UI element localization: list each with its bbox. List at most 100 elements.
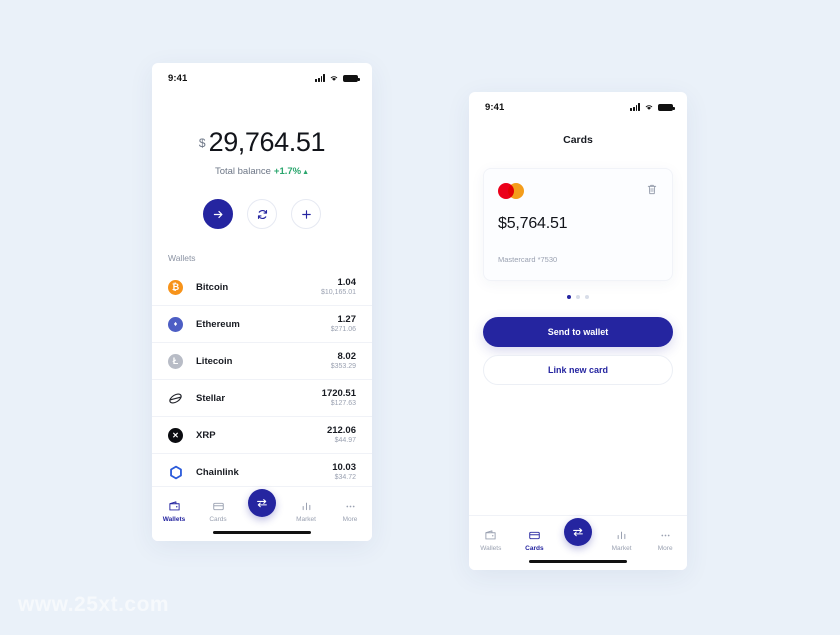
- table-row[interactable]: Stellar 1720.51 $127.63: [152, 380, 372, 417]
- coin-symbol: ✕: [172, 430, 179, 440]
- stellar-glyph: [169, 392, 182, 404]
- phone-cards-screen: 9:41 Cards $5,764.51 Mastercard *7530 Se…: [469, 92, 687, 570]
- coin-values: 1720.51 $127.63: [322, 388, 356, 409]
- status-bar-time: 9:41: [168, 72, 188, 84]
- more-icon: [345, 505, 355, 507]
- wallet-icon: [168, 500, 180, 510]
- coin-values: 8.02 $353.29: [331, 351, 356, 372]
- home-indicator: [213, 530, 311, 534]
- status-bar-icons: [630, 103, 675, 111]
- swap-button[interactable]: [247, 199, 277, 229]
- balance-amount: 29,764.51: [208, 127, 326, 157]
- table-row[interactable]: ₿ Bitcoin 1.04 $10,165.01: [152, 269, 372, 306]
- table-row[interactable]: Ł Litecoin 8.02 $353.29: [152, 343, 372, 380]
- stellar-icon: [168, 391, 183, 406]
- coin-fiat-value: $353.29: [330, 362, 356, 370]
- swap-fab-button[interactable]: [564, 518, 592, 546]
- nav-label: More: [657, 544, 673, 552]
- card-icon: [212, 502, 224, 510]
- status-bar-time: 9:41: [485, 101, 505, 113]
- market-icon: [617, 531, 626, 539]
- swap-fab-button[interactable]: [248, 489, 276, 517]
- coin-fiat-value: $127.63: [330, 399, 356, 407]
- status-bar: 9:41: [469, 92, 687, 118]
- litecoin-icon: Ł: [168, 353, 183, 369]
- card-icon: [529, 531, 540, 539]
- nav-item-cards[interactable]: Cards: [196, 491, 240, 531]
- wallets-section-title: Wallets: [168, 253, 196, 263]
- pager-dot[interactable]: [576, 295, 580, 299]
- bitcoin-icon: ₿: [168, 279, 183, 295]
- more-icon: [661, 534, 670, 536]
- swap-icon: [257, 499, 267, 508]
- add-button[interactable]: [291, 199, 321, 229]
- nav-item-more[interactable]: More: [328, 491, 372, 531]
- table-row[interactable]: ✕ XRP 212.06 $44.97: [152, 417, 372, 454]
- ethereum-icon: ♦: [168, 316, 183, 332]
- coin-name: Ethereum: [196, 318, 240, 330]
- pager-dot[interactable]: [567, 295, 571, 299]
- phone-wallets-screen: 9:41 $ 29,764.51 Total balance +1.7%▲ Wa…: [152, 63, 372, 541]
- balance-line: $ 29,764.51: [152, 129, 372, 156]
- watermark: www.25xt.com: [18, 593, 170, 616]
- coin-symbol: Ł: [172, 356, 179, 366]
- wallets-list: ₿ Bitcoin 1.04 $10,165.01 ♦ Ethereum 1.2…: [152, 269, 372, 491]
- bottom-navigation: Wallets Cards Market More: [469, 515, 687, 570]
- coin-amount: 1.27: [337, 313, 357, 325]
- send-to-wallet-button[interactable]: Send to wallet: [483, 317, 673, 347]
- status-bar-icons: [315, 74, 360, 82]
- bottom-navigation: Wallets Cards Market More: [152, 486, 372, 541]
- nav-item-wallets[interactable]: Wallets: [152, 491, 196, 531]
- coin-values: 212.06 $44.97: [327, 425, 356, 446]
- coin-amount: 8.02: [337, 350, 357, 362]
- nav-label: More: [342, 515, 358, 523]
- coin-name: Litecoin: [196, 355, 233, 367]
- nav-item-more[interactable]: More: [643, 520, 687, 560]
- page-title: Cards: [563, 134, 593, 146]
- nav-label: Wallets: [480, 544, 502, 552]
- nav-label: Cards: [209, 515, 227, 523]
- coin-symbol: ♦: [173, 320, 178, 328]
- nav-item-market[interactable]: Market: [284, 491, 328, 531]
- quick-actions: [152, 199, 372, 229]
- coin-fiat-value: $271.06: [330, 325, 356, 333]
- trash-icon[interactable]: [646, 183, 658, 196]
- nav-item-cards[interactable]: Cards: [513, 520, 557, 560]
- home-indicator: [529, 559, 627, 563]
- xrp-icon: ✕: [168, 427, 183, 443]
- coin-symbol: ₿: [171, 282, 180, 292]
- signal-icon: [315, 74, 325, 82]
- nav-label: Market: [611, 544, 632, 552]
- plus-icon: [301, 209, 311, 219]
- market-icon: [302, 502, 310, 510]
- pager-dot[interactable]: [585, 295, 589, 299]
- coin-amount: 1.04: [337, 276, 357, 288]
- battery-icon: [343, 74, 360, 82]
- nav-label: Cards: [525, 544, 544, 552]
- nav-item-market[interactable]: Market: [600, 520, 644, 560]
- wallet-icon: [485, 529, 496, 539]
- coin-name: Chainlink: [196, 467, 239, 478]
- coin-name: XRP: [196, 429, 216, 441]
- coin-values: 10.03 $34.72: [332, 462, 356, 483]
- battery-icon: [658, 103, 675, 111]
- coin-values: 1.27 $271.06: [331, 314, 356, 335]
- mastercard-icon: [498, 183, 524, 199]
- wifi-icon: [330, 76, 338, 81]
- balance-label: Total balance: [214, 166, 271, 177]
- coin-fiat-value: $10,165.01: [320, 288, 356, 296]
- swap-icon: [573, 528, 583, 537]
- link-new-card-button[interactable]: Link new card: [483, 355, 673, 385]
- table-row[interactable]: ♦ Ethereum 1.27 $271.06: [152, 306, 372, 343]
- arrow-right-icon: [213, 210, 223, 218]
- coin-amount: 212.06: [326, 424, 356, 436]
- status-bar: 9:41: [152, 63, 372, 89]
- coin-fiat-value: $44.97: [334, 436, 356, 444]
- chainlink-icon: [168, 465, 183, 480]
- nav-item-wallets[interactable]: Wallets: [469, 520, 513, 560]
- balance-subtitle: Total balance +1.7%▲: [152, 166, 372, 177]
- send-button[interactable]: [203, 199, 233, 229]
- coin-name: Stellar: [196, 392, 226, 404]
- card-pager-dots[interactable]: [469, 295, 687, 299]
- card-tile[interactable]: $5,764.51 Mastercard *7530: [483, 168, 673, 281]
